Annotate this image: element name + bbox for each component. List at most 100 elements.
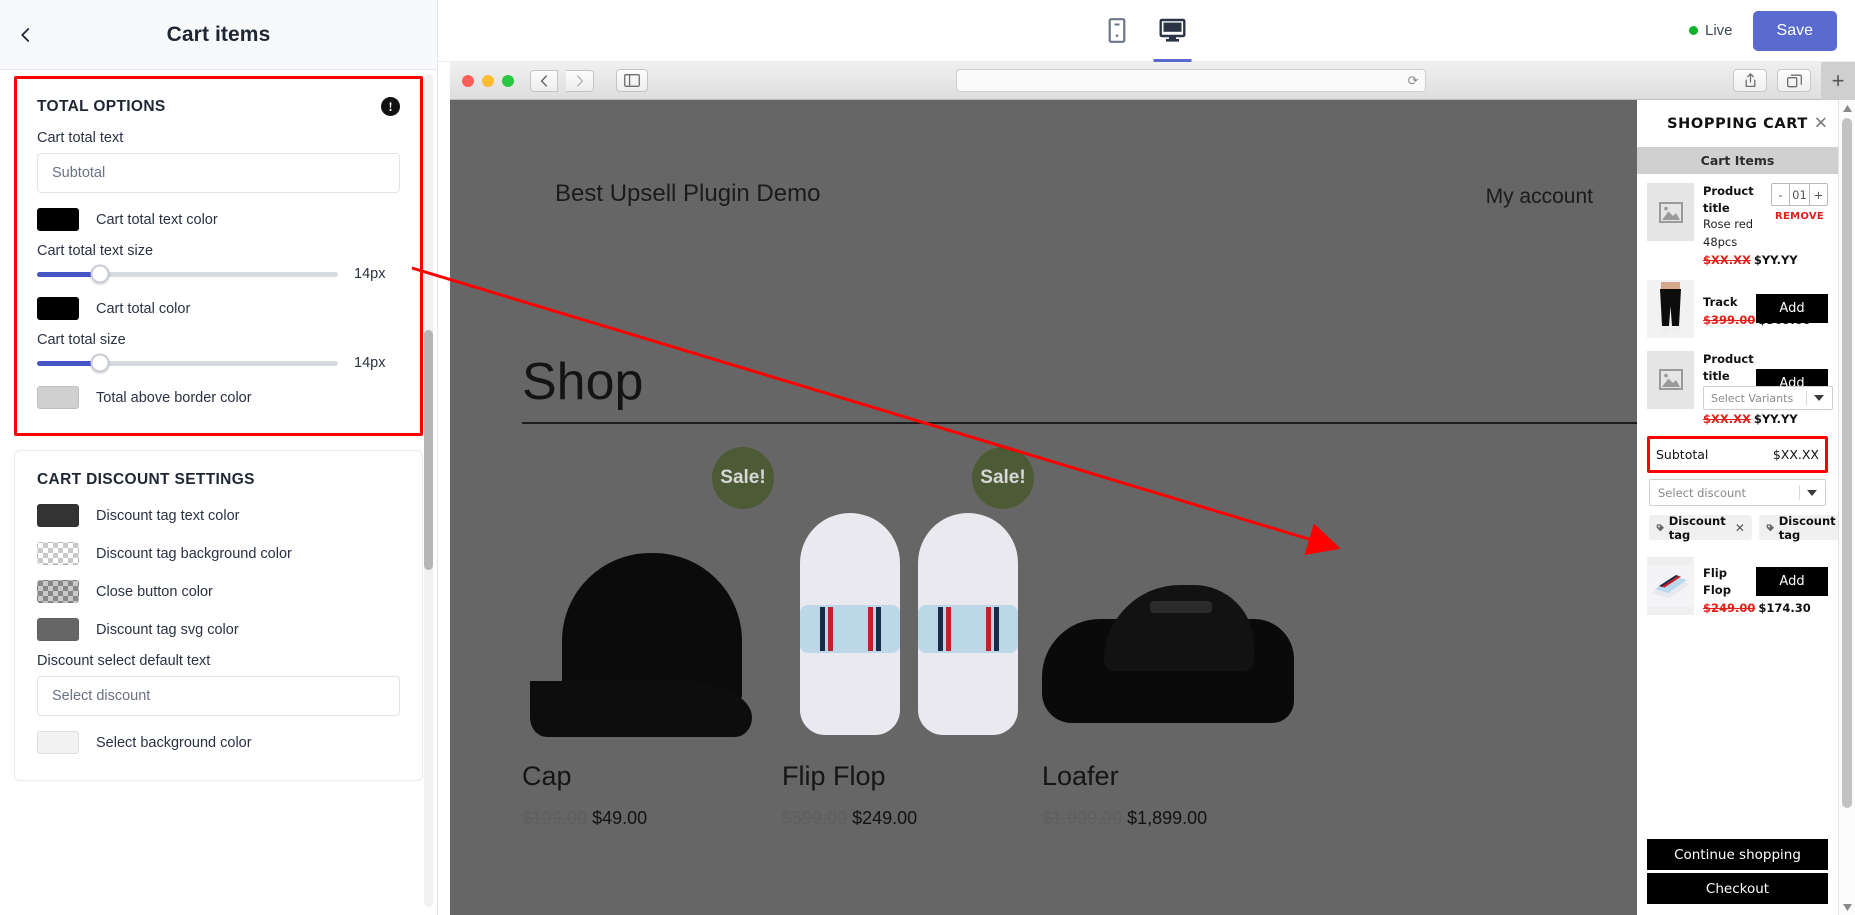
browser-url-bar[interactable]: ⟳ xyxy=(956,69,1426,92)
select-background-color-row: Select background color xyxy=(37,731,400,754)
product-card-cap[interactable]: Sale! Cap $199.00$49.00 xyxy=(522,445,782,915)
upsell-price: $249.00$174.30 xyxy=(1703,601,1747,615)
cart-total-text-input[interactable] xyxy=(37,153,400,193)
close-window-icon[interactable] xyxy=(462,75,474,87)
cart-total-size-row: 14px xyxy=(37,355,400,371)
total-options-panel: TOTAL OPTIONS ! Cart total text Cart tot… xyxy=(14,76,423,436)
discount-tag-background-color-swatch[interactable] xyxy=(37,542,79,565)
chevron-left-icon xyxy=(540,75,548,87)
scroll-down-arrow-icon[interactable] xyxy=(1839,899,1855,915)
back-button[interactable] xyxy=(0,0,52,70)
shopping-cart-content: SHOPPING CART ✕ Cart Items xyxy=(1637,100,1838,915)
desktop-device-button[interactable] xyxy=(1153,0,1191,62)
add-to-cart-button[interactable]: Add xyxy=(1756,294,1828,323)
quantity-increase-button[interactable]: + xyxy=(1810,184,1827,205)
cart-item-info: Product title Select Variants $XX.XX$YY.… xyxy=(1703,351,1747,426)
mobile-device-button[interactable] xyxy=(1102,0,1131,62)
cart-items-header: Cart Items xyxy=(1637,147,1838,174)
my-account-link[interactable]: My account xyxy=(1486,185,1593,209)
discount-tag-background-color-row: Discount tag background color xyxy=(37,542,400,565)
total-options-header: TOTAL OPTIONS ! xyxy=(37,97,400,116)
cart-total-size-label: Cart total size xyxy=(37,332,400,348)
browser-back-button[interactable] xyxy=(530,70,558,92)
discount-select-default-text-label: Discount select default text xyxy=(37,653,400,669)
cart-total-size-slider[interactable] xyxy=(37,361,338,366)
sidebar-toggle-icon xyxy=(624,74,640,87)
new-tab-button[interactable]: + xyxy=(1821,62,1855,100)
cart-item-price: $XX.XX$YY.YY xyxy=(1703,412,1747,426)
product-card-loafer[interactable]: Loafer $1,999.00$1,899.00 xyxy=(1042,445,1302,915)
product-grid: Sale! Cap $199.00$49.00 xyxy=(522,445,1637,915)
browser-forward-button[interactable] xyxy=(566,70,594,92)
upsell-add-button[interactable]: Add xyxy=(1756,567,1828,596)
close-button-color-swatch[interactable] xyxy=(37,580,79,603)
device-toggle xyxy=(1102,0,1191,62)
chevron-left-icon xyxy=(17,26,35,44)
slider-handle[interactable] xyxy=(91,265,110,284)
discount-tag[interactable]: Discount tag ✕ xyxy=(1649,515,1752,540)
cart-item-actions: - 01 + REMOVE xyxy=(1771,183,1828,222)
product-card-flip-flop[interactable]: Sale! Flip Flop $599.00$249.00 xyxy=(782,445,1042,915)
browser-sidebar-toggle[interactable] xyxy=(616,69,648,92)
sidebar-scrollbar-thumb[interactable] xyxy=(424,330,433,570)
discount-tag-label: Discount tag xyxy=(1669,514,1729,542)
product-name: Flip Flop xyxy=(782,761,1042,792)
upsell-title: Flip Flop xyxy=(1703,565,1747,598)
checkout-button[interactable]: Checkout xyxy=(1647,873,1828,904)
slider-handle[interactable] xyxy=(91,354,110,373)
cart-scrollbar-thumb[interactable] xyxy=(1842,118,1852,808)
cart-total-text-color-swatch[interactable] xyxy=(37,208,79,231)
shopping-cart-drawer: SHOPPING CART ✕ Cart Items xyxy=(1637,100,1855,915)
cart-total-color-label: Cart total color xyxy=(96,301,190,317)
track-pants-thumbnail xyxy=(1647,280,1694,338)
discount-select[interactable]: Select discount xyxy=(1649,479,1826,506)
cart-scrollbar-track[interactable] xyxy=(1838,100,1855,915)
total-above-border-color-label: Total above border color xyxy=(96,390,252,406)
flip-flop-photo xyxy=(1647,557,1694,615)
select-background-color-swatch[interactable] xyxy=(37,731,79,754)
upsell-sale-price: $174.30 xyxy=(1758,601,1810,615)
cart-total-color-swatch[interactable] xyxy=(37,297,79,320)
discount-tag-svg-color-swatch[interactable] xyxy=(37,618,79,641)
quantity-stepper[interactable]: - 01 + xyxy=(1771,183,1828,206)
discount-tag-text-color-swatch[interactable] xyxy=(37,504,79,527)
cart-discount-settings-title: CART DISCOUNT SETTINGS xyxy=(37,471,400,489)
upsell-actions: Add xyxy=(1756,567,1828,596)
maximize-window-icon[interactable] xyxy=(502,75,514,87)
app-root: Cart items TOTAL OPTIONS ! Cart total te… xyxy=(0,0,1855,915)
cart-total-text-size-slider[interactable] xyxy=(37,272,338,277)
shop-heading: Shop xyxy=(522,352,643,412)
minimize-window-icon[interactable] xyxy=(482,75,494,87)
close-icon[interactable]: ✕ xyxy=(1814,115,1828,132)
reload-icon[interactable]: ⟳ xyxy=(1408,73,1419,89)
cap-illustration xyxy=(530,515,774,745)
variant-select[interactable]: Select Variants xyxy=(1703,386,1833,410)
cart-item-title: Product title xyxy=(1703,351,1747,384)
remove-item-button[interactable]: REMOVE xyxy=(1775,211,1824,222)
save-button[interactable]: Save xyxy=(1753,11,1837,51)
total-above-border-color-swatch[interactable] xyxy=(37,386,79,409)
cart-footer: Continue shopping Checkout xyxy=(1637,839,1838,915)
sale-badge: Sale! xyxy=(972,447,1034,509)
info-exclamation-icon[interactable]: ! xyxy=(381,97,400,116)
discount-select-default-text-input[interactable] xyxy=(37,676,400,716)
sidebar-header: Cart items xyxy=(0,0,437,70)
cart-total-text-label: Cart total text xyxy=(37,130,400,146)
topbar-right-group: Live Save xyxy=(1689,11,1837,51)
shop-topnav: Best Upsell Plugin Demo My account xyxy=(450,100,1637,210)
image-placeholder-glyph xyxy=(1659,202,1683,223)
discount-tag-text-color-label: Discount tag text color xyxy=(96,508,239,524)
share-button[interactable] xyxy=(1733,69,1767,92)
quantity-value[interactable]: 01 xyxy=(1789,184,1810,205)
tabs-overview-button[interactable] xyxy=(1777,69,1811,92)
quantity-decrease-button[interactable]: - xyxy=(1772,184,1789,205)
scroll-up-arrow-icon[interactable] xyxy=(1839,100,1855,116)
settings-sidebar: Cart items TOTAL OPTIONS ! Cart total te… xyxy=(0,0,438,915)
continue-shopping-button[interactable]: Continue shopping xyxy=(1647,839,1828,870)
select-separator xyxy=(1806,391,1807,405)
discount-tag-svg-color-row: Discount tag svg color xyxy=(37,618,400,641)
discount-tag[interactable]: Discount tag ✕ xyxy=(1759,515,1838,540)
close-icon[interactable]: ✕ xyxy=(1735,521,1745,535)
product-price: $199.00$49.00 xyxy=(522,808,782,829)
cart-item-price: $399.00$369.00 xyxy=(1703,313,1747,327)
